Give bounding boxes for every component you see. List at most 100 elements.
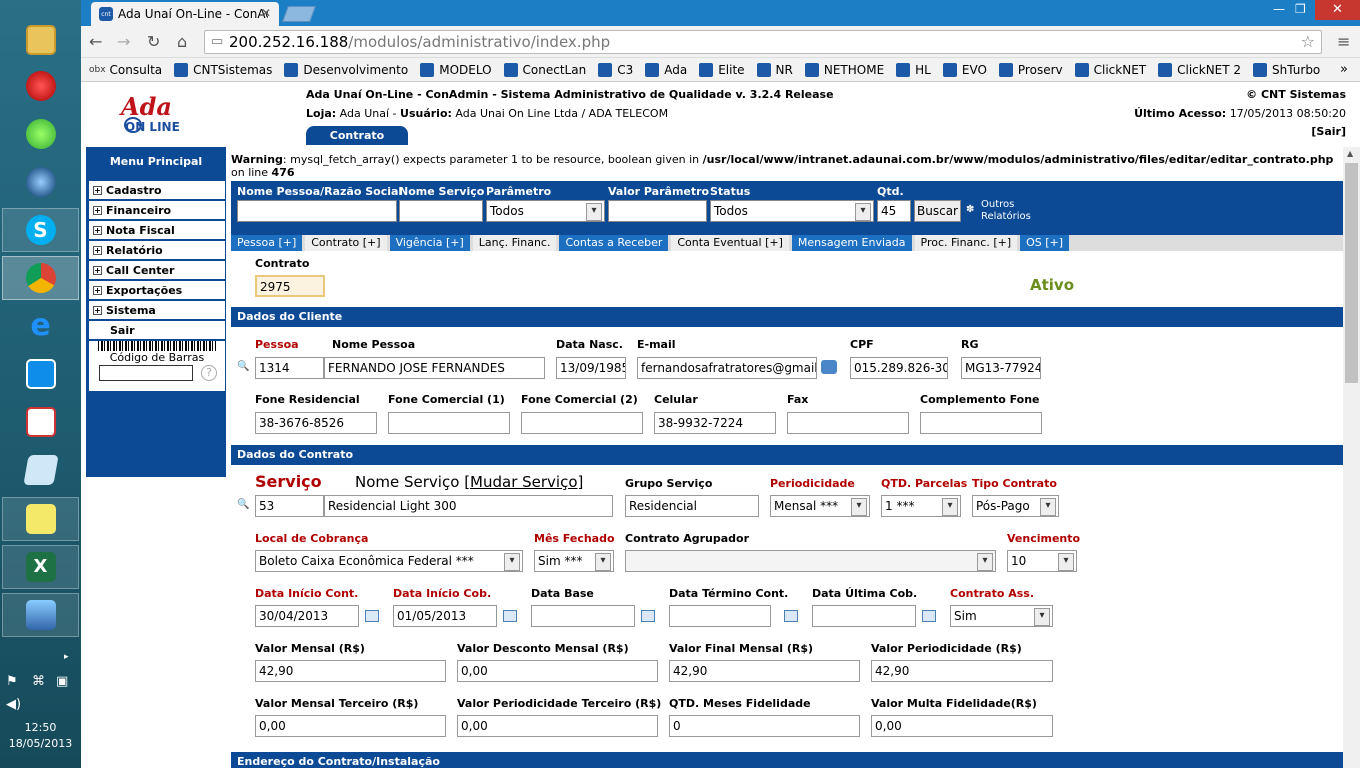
- celular-field[interactable]: 38-9932-7224: [654, 412, 776, 434]
- skype-icon[interactable]: S: [2, 208, 79, 252]
- email-field[interactable]: fernandosafratratores@gmail.c: [637, 357, 817, 379]
- browser-tab-active[interactable]: cnt Ada Unaí On-Line - ConAdmin ✕: [91, 2, 279, 26]
- volume-icon[interactable]: ◀): [6, 697, 21, 712]
- teamviewer-icon[interactable]: [2, 352, 79, 396]
- bookmark-item[interactable]: obx Consulta: [89, 63, 162, 77]
- tab-contas-receber[interactable]: Contas a Receber: [559, 235, 669, 251]
- fax-field[interactable]: [787, 412, 909, 434]
- data-inicio-cont-field[interactable]: 30/04/2013: [255, 605, 359, 627]
- menu-item-exportacoes[interactable]: + Exportações: [89, 281, 225, 299]
- valor-mensal-field[interactable]: 42,90: [255, 660, 446, 682]
- bookmark-item[interactable]: ClickNET 2: [1158, 62, 1241, 77]
- help-icon[interactable]: ?: [201, 365, 217, 381]
- contrato-agrupador-select[interactable]: [625, 550, 996, 572]
- bookmark-item[interactable]: Elite: [699, 62, 745, 77]
- thunderbird-icon[interactable]: [2, 160, 79, 204]
- bookmark-item[interactable]: EVO: [942, 62, 987, 77]
- sticky-notes-icon[interactable]: [2, 497, 79, 541]
- outros-relatorios-link[interactable]: Outros Relatórios: [981, 199, 1031, 223]
- bookmark-item[interactable]: CNTSistemas: [174, 62, 272, 77]
- tab-proc-financ[interactable]: Proc. Financ. [+]: [914, 235, 1018, 251]
- send-email-icon[interactable]: [821, 360, 837, 374]
- cpf-field[interactable]: 015.289.826-30: [850, 357, 948, 379]
- bookmark-item[interactable]: HL: [896, 62, 931, 77]
- bookmark-item[interactable]: Ada: [645, 62, 687, 77]
- forward-arrow-icon[interactable]: →: [117, 32, 130, 51]
- search-magnifier-icon[interactable]: 🔍: [237, 361, 249, 372]
- close-window-icon[interactable]: ✕: [1315, 0, 1360, 20]
- calendar-icon[interactable]: [922, 610, 936, 622]
- data-nasc-field[interactable]: 13/09/1985: [556, 357, 626, 379]
- filter-qtd-input[interactable]: 45: [877, 200, 911, 222]
- data-termino-field[interactable]: [669, 605, 771, 627]
- chrome-menu-icon[interactable]: ≡: [1337, 32, 1350, 51]
- tab-mensagem-enviada[interactable]: Mensagem Enviada: [791, 235, 912, 251]
- bookmark-item[interactable]: Desenvolvimento: [284, 62, 408, 77]
- tab-conta-eventual[interactable]: Conta Eventual [+]: [671, 235, 789, 251]
- bookmark-star-icon[interactable]: ☆: [1301, 31, 1315, 53]
- contrato-field[interactable]: 2975: [255, 275, 325, 297]
- home-icon[interactable]: ⌂: [177, 32, 187, 51]
- valor-mensal-terceiro-field[interactable]: 0,00: [255, 715, 446, 737]
- app-green-icon[interactable]: [2, 112, 79, 156]
- restore-icon[interactable]: ❐: [1295, 2, 1306, 16]
- tab-vigencia[interactable]: Vigência [+]: [389, 235, 470, 251]
- filter-servico-input[interactable]: [399, 200, 483, 222]
- nome-pessoa-field[interactable]: FERNANDO JOSE FERNANDES: [324, 357, 545, 379]
- fone-comercial2-field[interactable]: [521, 412, 643, 434]
- tab-contrato[interactable]: Contrato [+]: [305, 235, 387, 251]
- address-bar[interactable]: ▭ 200.252.16.188/modulos/administrativo/…: [204, 30, 1322, 54]
- contrato-ass-select[interactable]: Sim: [950, 605, 1053, 627]
- picture-viewer-icon[interactable]: [2, 593, 79, 637]
- fone-comercial1-field[interactable]: [388, 412, 510, 434]
- menu-item-sistema[interactable]: + Sistema: [89, 301, 225, 319]
- reload-icon[interactable]: ↻: [147, 32, 160, 51]
- filter-status-select[interactable]: Todos: [710, 200, 874, 222]
- show-hidden-icons-icon[interactable]: ▸: [64, 652, 69, 662]
- valor-periodicidade-field[interactable]: 42,90: [871, 660, 1053, 682]
- calendar-icon[interactable]: [365, 610, 379, 622]
- valor-desconto-field[interactable]: 0,00: [457, 660, 658, 682]
- valor-periodicidade-terceiro-field[interactable]: 0,00: [457, 715, 658, 737]
- calendar-icon[interactable]: [503, 610, 517, 622]
- filter-valor-input[interactable]: [608, 200, 707, 222]
- bookmark-item[interactable]: ShTurbo: [1253, 62, 1320, 77]
- rg-field[interactable]: MG13-77924: [961, 357, 1041, 379]
- minimize-icon[interactable]: —: [1273, 2, 1285, 16]
- chrome-icon[interactable]: [2, 256, 79, 300]
- tray-network-icon[interactable]: ⌘: [32, 674, 45, 689]
- menu-item-nota-fiscal[interactable]: + Nota Fiscal: [89, 221, 225, 239]
- bookmark-item[interactable]: NETHOME: [804, 62, 884, 77]
- excel-icon[interactable]: X: [2, 545, 79, 589]
- bookmark-item[interactable]: ConectLan: [503, 62, 586, 77]
- bookmarks-overflow-icon[interactable]: »: [1340, 62, 1348, 77]
- menu-item-call-center[interactable]: + Call Center: [89, 261, 225, 279]
- file-explorer-icon[interactable]: [2, 18, 79, 62]
- grupo-servico-field[interactable]: Residencial: [625, 495, 759, 517]
- filter-parametro-select[interactable]: Todos: [486, 200, 605, 222]
- system-clock[interactable]: 12:50 18/05/2013: [0, 720, 81, 752]
- bookmark-item[interactable]: C3: [598, 62, 633, 77]
- data-base-field[interactable]: [531, 605, 635, 627]
- app-red-icon[interactable]: [2, 64, 79, 108]
- pessoa-field[interactable]: 1314: [255, 357, 324, 379]
- calendar-icon[interactable]: [784, 610, 798, 622]
- bookmark-item[interactable]: ClickNET: [1074, 62, 1146, 77]
- data-inicio-cob-field[interactable]: 01/05/2013: [393, 605, 497, 627]
- bookmark-item[interactable]: Proserv: [998, 62, 1063, 77]
- search-magnifier-icon[interactable]: 🔍: [237, 499, 249, 510]
- tab-lanc-financ[interactable]: Lanç. Financ.: [472, 235, 557, 251]
- calendar-app-icon[interactable]: [2, 400, 79, 444]
- calendar-icon[interactable]: [641, 610, 655, 622]
- back-arrow-icon[interactable]: ←: [89, 32, 102, 51]
- mes-fechado-select[interactable]: Sim ***: [534, 550, 614, 572]
- scroll-up-icon[interactable]: ▲: [1347, 149, 1353, 158]
- qtd-meses-fidelidade-field[interactable]: 0: [669, 715, 860, 737]
- buscar-button[interactable]: Buscar: [914, 200, 961, 222]
- tray-monitor-icon[interactable]: ▣: [56, 674, 68, 689]
- menu-item-financeiro[interactable]: + Financeiro: [89, 201, 225, 219]
- mudar-servico-link[interactable]: [Mudar Serviço]: [464, 473, 583, 491]
- tipo-contrato-select[interactable]: Pós-Pago: [972, 495, 1059, 517]
- complemento-fone-field[interactable]: [920, 412, 1042, 434]
- bookmark-item[interactable]: NR: [756, 62, 793, 77]
